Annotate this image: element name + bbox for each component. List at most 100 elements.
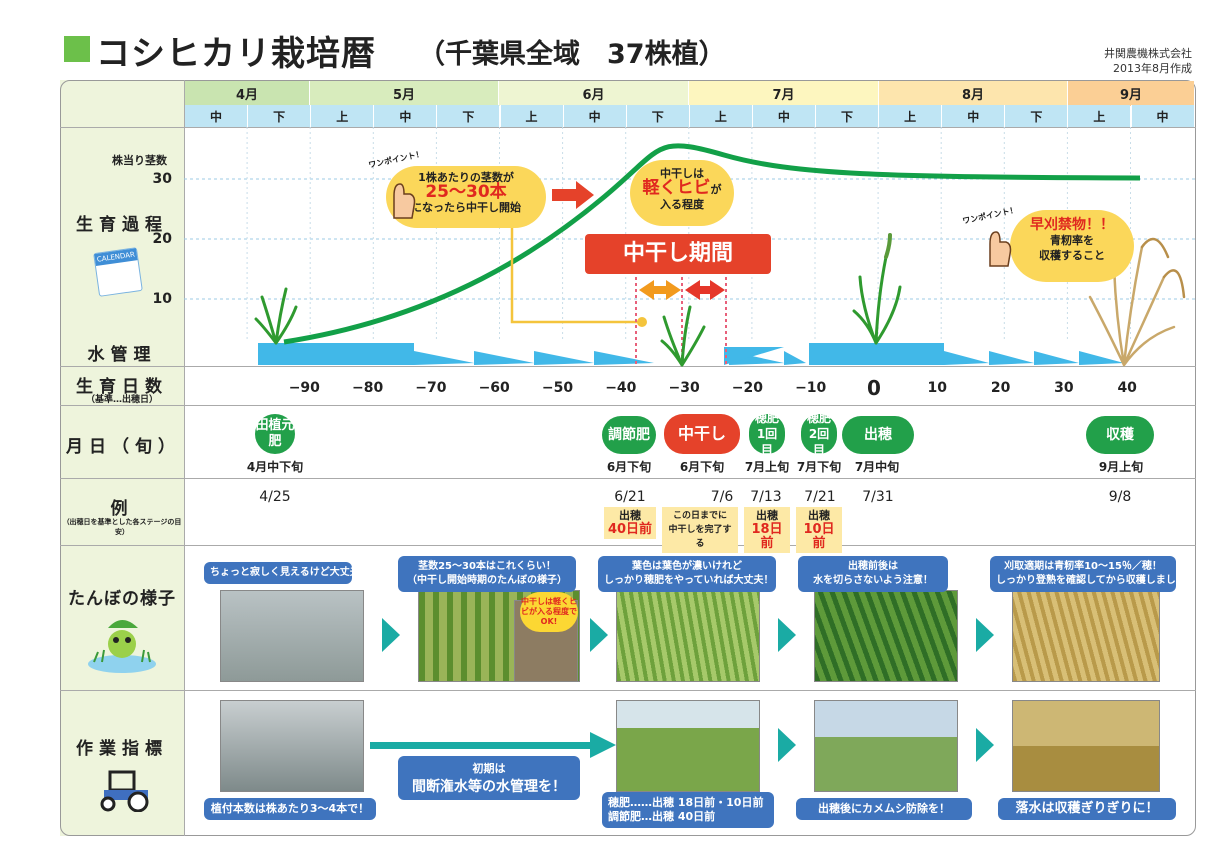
segment-9: 中 bbox=[751, 105, 815, 127]
work-photo-planter bbox=[220, 700, 364, 792]
drainage-complete-note: この日までに中干しを完了する bbox=[662, 507, 738, 553]
day-tick: −70 bbox=[415, 380, 447, 396]
before-18-value: 18日前 bbox=[751, 522, 783, 551]
arrow-right-icon bbox=[976, 618, 994, 652]
month-8: 8月 bbox=[878, 81, 1067, 106]
arrow-right-icon bbox=[976, 728, 994, 762]
water-flood-1 bbox=[258, 343, 414, 365]
month-4: 4月 bbox=[184, 81, 309, 106]
paddy-photo-planting bbox=[220, 590, 364, 682]
day-tick: −40 bbox=[605, 380, 637, 396]
paddy-bubble-4-l2: 水を切らさないよう注意！ bbox=[813, 575, 933, 586]
tractor-icon bbox=[94, 768, 154, 813]
segment-5: 上 bbox=[499, 105, 563, 127]
paddy-bubble-2-l2: （中干し開始時期のたんぼの様子） bbox=[407, 575, 567, 586]
y-tick-20: 20 bbox=[152, 231, 172, 247]
stage-planting: 田植元肥 bbox=[255, 414, 295, 454]
paddy-bubble-1-text: ちょっと寂しく見えるけど大丈夫! bbox=[210, 567, 365, 578]
drainage-note-bot: 中干しを完了する bbox=[668, 525, 732, 549]
arrow-right-icon bbox=[778, 728, 796, 762]
segment-7: 下 bbox=[625, 105, 689, 127]
before-10-value: 10日前 bbox=[803, 522, 835, 551]
example-date-adjust: 6/21 bbox=[614, 489, 646, 505]
day-tick: 0 bbox=[867, 376, 881, 400]
example-date-panicle2: 7/21 bbox=[804, 489, 836, 505]
paddy-bubble-2: 茎数25〜30本はこれくらい！ （中干し開始時期のたんぼの様子） bbox=[398, 556, 576, 592]
work-bubble-drain: 落水は収穫ぎりぎりに！ bbox=[998, 798, 1176, 820]
crack-note: 中干しは軽くヒビが入る程度でOK! bbox=[520, 592, 578, 632]
row-label-date: 月日（旬） bbox=[66, 437, 181, 457]
example-date-planting: 4/25 bbox=[259, 489, 291, 505]
before-40-top: 出穂 bbox=[619, 509, 641, 522]
segment-2: 上 bbox=[310, 105, 374, 127]
paddy-photo-green bbox=[616, 590, 760, 682]
day-tick: −10 bbox=[795, 380, 827, 396]
before-40-value: 40日前 bbox=[607, 522, 653, 537]
page-title: コシヒカリ栽培暦 bbox=[96, 34, 376, 74]
row-label-work: 作業指標 bbox=[76, 739, 168, 759]
pointing-hand-icon-2 bbox=[980, 228, 1014, 268]
callout-early-harvest: 早刈禁物！！ 青籾率を 収穫すること bbox=[1010, 210, 1134, 282]
before-heading-18: 出穂 18日前 bbox=[744, 507, 790, 553]
month-7: 7月 bbox=[688, 81, 878, 106]
day-tick: −30 bbox=[668, 380, 700, 396]
paddy-bubble-5-l1: 刈取適期は青籾率10〜15％／穂！ bbox=[1004, 561, 1162, 572]
work-water-top: 初期は bbox=[472, 762, 506, 775]
segment-11: 上 bbox=[878, 105, 942, 127]
paddy-bubble-3-l1: 葉色は葉色が濃いけれど bbox=[632, 561, 742, 572]
segment-13: 下 bbox=[1004, 105, 1068, 127]
water-intermittent-2 bbox=[944, 351, 1124, 365]
before-18-top: 出穂 bbox=[756, 509, 778, 522]
created-date: 2013年8月作成 bbox=[1113, 62, 1192, 75]
example-date-heading: 7/31 bbox=[862, 489, 894, 505]
row-label-paddy: たんぼの様子 bbox=[68, 589, 176, 609]
calendar-icon: CALENDAR bbox=[93, 247, 143, 297]
day-tick: −90 bbox=[288, 380, 320, 396]
segment-10: 下 bbox=[815, 105, 879, 127]
work-bubble-fertilizer: 穂肥……出穂 18日前・10日前 調節肥…出穂 40日前 bbox=[602, 792, 774, 828]
row-label-water: 水管理 bbox=[87, 345, 157, 365]
long-arrow-icon bbox=[370, 732, 616, 758]
segment-15: 中 bbox=[1130, 105, 1194, 127]
work-photo-spraying bbox=[814, 700, 958, 792]
segment-3: 中 bbox=[373, 105, 437, 127]
callout2-bot: 入る程度 bbox=[660, 198, 704, 211]
day-tick: −80 bbox=[351, 380, 384, 396]
row-label-days-sub: （基準…出穂日） bbox=[85, 395, 158, 405]
stage-heading: 出穂 bbox=[842, 416, 914, 454]
day-tick: 10 bbox=[927, 380, 948, 396]
before-10-top: 出穂 bbox=[808, 509, 830, 522]
drainage-note-top: この日までに bbox=[672, 511, 727, 521]
arrow-right-icon bbox=[590, 618, 608, 652]
work-photo-harvester bbox=[1012, 700, 1160, 792]
segment-0: 中 bbox=[184, 105, 248, 127]
paddy-bubble-5: 刈取適期は青籾率10〜15％／穂！ しっかり登熟を確認してから収穫しましょう！ bbox=[990, 556, 1206, 592]
title-square-icon bbox=[64, 36, 90, 62]
segment-12: 中 bbox=[941, 105, 1005, 127]
paddy-bubble-5-l2: しっかり登熟を確認してから収穫しましょう！ bbox=[996, 575, 1206, 586]
paddy-photo-heading bbox=[814, 590, 958, 682]
frog-icon bbox=[84, 614, 160, 676]
work-bubble-pest: 出穂後にカメムシ防除を！ bbox=[796, 798, 972, 820]
segment-6: 中 bbox=[562, 105, 626, 127]
day-tick: −50 bbox=[541, 380, 574, 396]
paddy-bubble-1: ちょっと寂しく見えるけど大丈夫! bbox=[204, 562, 365, 584]
work-fert-l1: 穂肥……出穂 18日前・10日前 bbox=[608, 796, 764, 809]
month-5: 5月 bbox=[309, 81, 498, 106]
midseason-drainage-period: 中干し期間 bbox=[585, 234, 771, 274]
company-info: 井関農機株式会社 2013年8月作成 bbox=[1104, 46, 1192, 76]
paddy-bubble-3-l2: しっかり穂肥をやっていれば大丈夫！ bbox=[604, 575, 774, 586]
work-fert-l2: 調節肥…出穂 40日前 bbox=[608, 810, 716, 823]
row-label-example: 例 bbox=[110, 499, 134, 519]
y-tick-30: 30 bbox=[152, 171, 172, 187]
month-9: 9月 bbox=[1067, 81, 1194, 106]
y-axis-title: 株当り茎数 bbox=[112, 154, 167, 167]
stage-heading-date: 7月中旬 bbox=[854, 460, 900, 474]
day-tick: 30 bbox=[1054, 380, 1074, 396]
work-water-bot: 間断潅水等の水管理を！ bbox=[412, 779, 566, 795]
arrow-right-icon bbox=[778, 618, 796, 652]
stage-planting-date: 4月中下旬 bbox=[246, 460, 304, 474]
stage-panicle-fert-1: 穂肥1回目 bbox=[749, 411, 785, 457]
stage-harvest-date: 9月上旬 bbox=[1098, 460, 1144, 474]
pointing-hand-icon bbox=[384, 180, 418, 220]
